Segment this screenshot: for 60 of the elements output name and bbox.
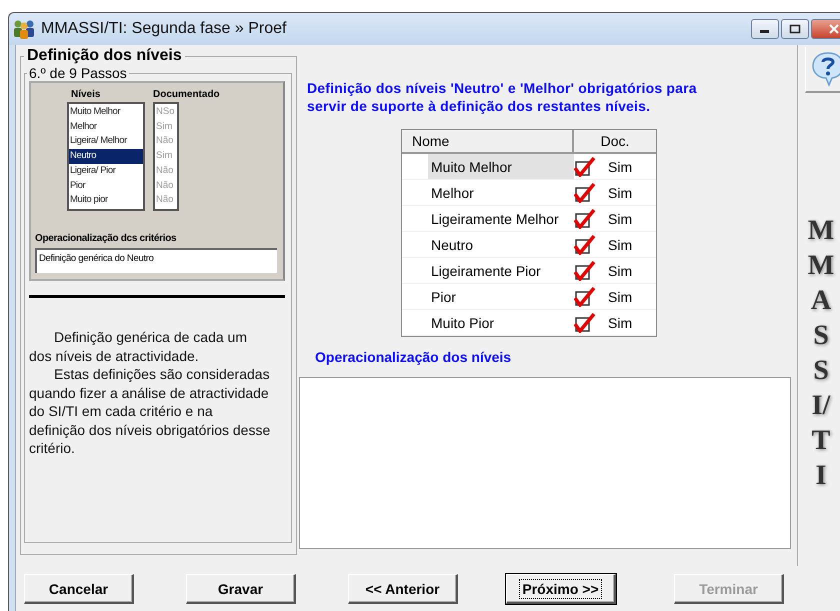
list-item[interactable]: Muito pior xyxy=(69,193,143,208)
table-cell-text: Sim xyxy=(607,262,632,278)
section-label: Operacionalização dos níveis xyxy=(315,349,512,365)
logo-text: MMASSI/TI xyxy=(807,214,835,493)
dialog-button[interactable]: Cancelar xyxy=(24,574,134,604)
help-button[interactable] xyxy=(805,47,840,93)
instruction-text: Definição dos níveis 'Neutro' e 'Melhor' obrigatórios para servir de suporte à definição dos restantes níveis. xyxy=(307,79,698,115)
table-cell[interactable]: Pior xyxy=(428,284,574,309)
list-item: Não xyxy=(155,178,174,193)
checkbox[interactable] xyxy=(574,234,596,254)
group-title: Definição dos níveis xyxy=(26,47,183,65)
step-label: 6.º de 9 Passos xyxy=(28,65,128,81)
table-cell-text: Sim xyxy=(607,210,632,226)
minimize-button[interactable] xyxy=(751,19,779,39)
column-header: Níveis xyxy=(70,89,102,100)
table-cell[interactable]: Muito Pior xyxy=(428,310,574,335)
list-item[interactable]: Muito Melhor xyxy=(69,105,143,120)
table-cell-text: Sim xyxy=(607,288,632,304)
list-item[interactable]: Ligeira/ Pior xyxy=(69,164,143,179)
list-item: NSo xyxy=(155,105,176,119)
checkbox[interactable] xyxy=(574,182,596,202)
checkbox[interactable] xyxy=(574,260,596,280)
criteria-field[interactable]: Definição genérica do Neutro xyxy=(35,248,277,273)
table-cell[interactable]: Neutro xyxy=(428,232,574,257)
criteria-label: Operacionalização dcs critérios xyxy=(35,232,178,244)
table-cell-text: Sim xyxy=(607,236,632,252)
column-header[interactable]: Doc. xyxy=(574,130,656,152)
list-item: Não xyxy=(155,164,174,178)
list-item: Sim xyxy=(155,149,174,164)
description-text: Definição genérica de cada um dos níveis de atractividade. xyxy=(29,328,248,365)
list-item: Sim xyxy=(155,120,174,134)
list-item: Não xyxy=(155,193,174,208)
table-cell[interactable]: Ligeiramente Melhor xyxy=(428,206,574,231)
table-cell[interactable]: Melhor xyxy=(428,180,574,205)
people-icon xyxy=(13,19,35,39)
maximize-button[interactable] xyxy=(781,19,809,39)
description-text: Estas definições são consideradas quando fizer a análise de atractividade do SI/TI em cada critério e na definição dos níveis obrigatórios desse critério. xyxy=(29,365,271,458)
list-item[interactable]: Melhor xyxy=(69,120,143,134)
table-cell-text: Sim xyxy=(607,158,632,174)
table-cell[interactable]: Muito Melhor xyxy=(428,154,574,179)
table-cell-text: Sim xyxy=(607,184,632,200)
checkbox[interactable] xyxy=(574,156,596,176)
list-item[interactable]: Ligeira/ Melhor xyxy=(69,134,143,150)
column-header[interactable]: Nome xyxy=(402,130,574,152)
list-item[interactable]: Neutro xyxy=(69,149,143,164)
dialog-button[interactable]: << Anterior xyxy=(348,574,458,604)
list-item[interactable]: Pior xyxy=(69,178,143,194)
dialog-button[interactable]: Gravar xyxy=(186,574,296,604)
help-icon xyxy=(810,51,840,87)
dialog-button[interactable]: Próximo >> xyxy=(506,574,616,604)
checkbox[interactable] xyxy=(574,312,596,332)
column-header: Documentado xyxy=(153,89,220,100)
checkbox[interactable] xyxy=(574,286,596,306)
table-cell[interactable]: Ligeiramente Pior xyxy=(428,258,574,283)
checkbox[interactable] xyxy=(574,208,596,228)
table-cell-text: Sim xyxy=(607,314,632,330)
window-title: MMASSI/TI: Segunda fase » Proef xyxy=(41,20,288,38)
list-item: Não xyxy=(155,134,174,148)
maximize-icon xyxy=(789,24,801,34)
close-icon xyxy=(828,24,840,34)
